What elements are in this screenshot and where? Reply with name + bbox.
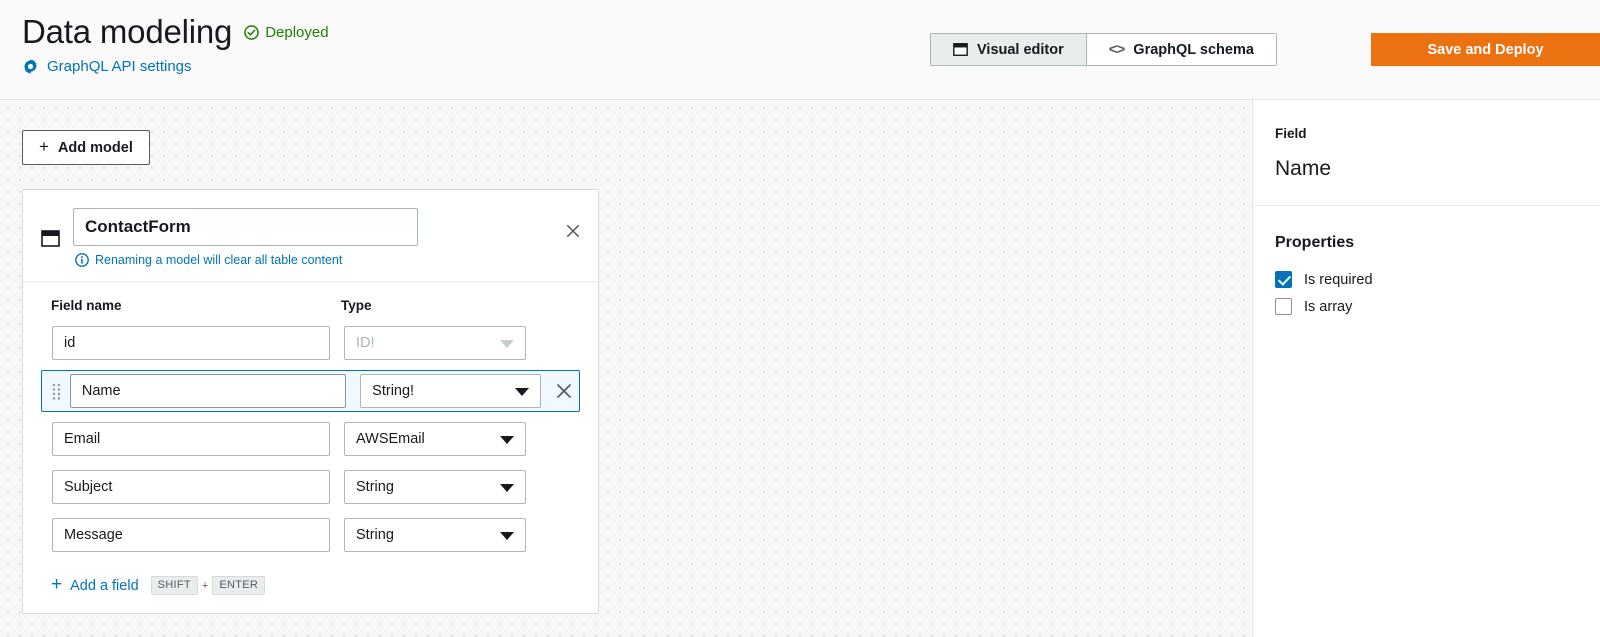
- add-field-label: Add a field: [70, 577, 139, 594]
- field-type-value: ID!: [356, 335, 375, 351]
- field-type-value: AWSEmail: [356, 431, 425, 447]
- model-card: Renaming a model will clear all table co…: [22, 189, 599, 614]
- gear-icon: [24, 59, 37, 74]
- field-type-select[interactable]: String: [344, 518, 526, 552]
- field-type-select[interactable]: AWSEmail: [344, 422, 526, 456]
- remove-field-button[interactable]: [549, 376, 579, 406]
- table-row[interactable]: String: [41, 466, 580, 508]
- kbd-enter: ENTER: [212, 576, 266, 595]
- info-icon: [75, 253, 89, 267]
- tab-graphql-schema[interactable]: <> GraphQL schema: [1085, 34, 1276, 65]
- field-name-input[interactable]: [52, 326, 330, 360]
- column-header-field-name: Field name: [51, 298, 122, 313]
- is-required-checkbox[interactable]: [1275, 271, 1292, 288]
- graphql-api-settings-link[interactable]: GraphQL API settings: [22, 58, 329, 75]
- top-bar: Data modeling Deployed GraphQL API setti…: [0, 0, 1600, 100]
- model-card-header: Renaming a model will clear all table co…: [23, 190, 598, 282]
- field-name-input[interactable]: [52, 422, 330, 456]
- close-model-button[interactable]: [560, 218, 586, 244]
- is-array-checkbox-row[interactable]: Is array: [1275, 293, 1578, 320]
- add-field-row: + Add a field SHIFT + ENTER: [41, 562, 580, 613]
- plus-icon: +: [39, 137, 49, 156]
- page-title: Data modeling: [22, 13, 233, 50]
- model-name-input[interactable]: [73, 208, 418, 246]
- tab-visual-editor-label: Visual editor: [977, 41, 1064, 58]
- check-circle-icon: [244, 25, 260, 40]
- close-icon: [566, 224, 580, 238]
- field-type-select[interactable]: String: [344, 470, 526, 504]
- status-badge: Deployed: [244, 23, 329, 42]
- field-properties-panel: Field Name Properties Is required Is arr…: [1252, 100, 1600, 637]
- plus-icon: +: [51, 574, 63, 595]
- body: + Add model Renaming: [0, 100, 1600, 637]
- chevron-down-icon: [500, 436, 514, 444]
- kbd-shift: SHIFT: [150, 576, 198, 595]
- field-label: Field: [1275, 126, 1307, 141]
- add-field-button[interactable]: + Add a field: [51, 574, 139, 595]
- chevron-down-icon: [500, 484, 514, 492]
- graphql-api-settings-label: GraphQL API settings: [47, 58, 192, 75]
- title-block: Data modeling Deployed GraphQL API setti…: [22, 12, 329, 75]
- table-row[interactable]: ID!: [41, 322, 580, 364]
- add-model-button[interactable]: + Add model: [22, 130, 150, 165]
- tab-graphql-schema-label: GraphQL schema: [1133, 41, 1254, 58]
- save-and-deploy-button[interactable]: Save and Deploy: [1371, 33, 1600, 66]
- chevron-down-icon: [515, 388, 530, 396]
- is-array-label: Is array: [1304, 298, 1353, 315]
- field-type-select[interactable]: String!: [360, 374, 542, 408]
- drag-handle-icon[interactable]: [46, 380, 68, 402]
- status-badge-label: Deployed: [265, 23, 329, 41]
- window-icon: [953, 43, 968, 56]
- field-type-select: ID!: [344, 326, 526, 360]
- add-model-label: Add model: [57, 139, 133, 156]
- column-header-type: Type: [341, 298, 372, 313]
- tab-visual-editor[interactable]: Visual editor: [931, 34, 1086, 65]
- field-type-value: String: [356, 527, 394, 543]
- editor-mode-switcher: Visual editor <> GraphQL schema: [930, 33, 1277, 66]
- close-icon: [557, 384, 571, 398]
- is-required-checkbox-row[interactable]: Is required: [1275, 266, 1578, 293]
- add-field-shortcut: SHIFT + ENTER: [150, 576, 266, 595]
- kbd-separator: +: [201, 579, 209, 592]
- model-name-group: Renaming a model will clear all table co…: [73, 208, 580, 267]
- code-brackets-icon: <>: [1108, 41, 1126, 58]
- field-type-value: String!: [372, 383, 415, 399]
- fields-area: Field name Type ID!: [23, 282, 598, 613]
- field-name-input[interactable]: [69, 374, 347, 408]
- chevron-down-icon: [500, 532, 514, 540]
- table-row[interactable]: AWSEmail: [41, 418, 580, 460]
- model-canvas[interactable]: + Add model Renaming: [0, 100, 1252, 637]
- is-required-label: Is required: [1304, 271, 1373, 288]
- chevron-down-icon: [500, 340, 514, 348]
- field-value: Name: [1275, 157, 1332, 180]
- field-section: Field Name: [1253, 100, 1600, 206]
- properties-title: Properties: [1275, 234, 1355, 251]
- table-icon: [41, 230, 60, 247]
- properties-section: Properties Is required Is array: [1253, 206, 1600, 344]
- title-row: Data modeling Deployed: [22, 12, 329, 52]
- fields-column-headers: Field name Type: [51, 298, 580, 313]
- table-row[interactable]: String!: [41, 370, 580, 412]
- field-name-input[interactable]: [52, 470, 330, 504]
- field-name-input[interactable]: [52, 518, 330, 552]
- is-array-checkbox[interactable]: [1275, 298, 1292, 315]
- field-type-value: String: [356, 479, 394, 495]
- rename-warning: Renaming a model will clear all table co…: [75, 253, 580, 267]
- rename-warning-text: Renaming a model will clear all table co…: [95, 253, 343, 267]
- table-row[interactable]: String: [41, 514, 580, 556]
